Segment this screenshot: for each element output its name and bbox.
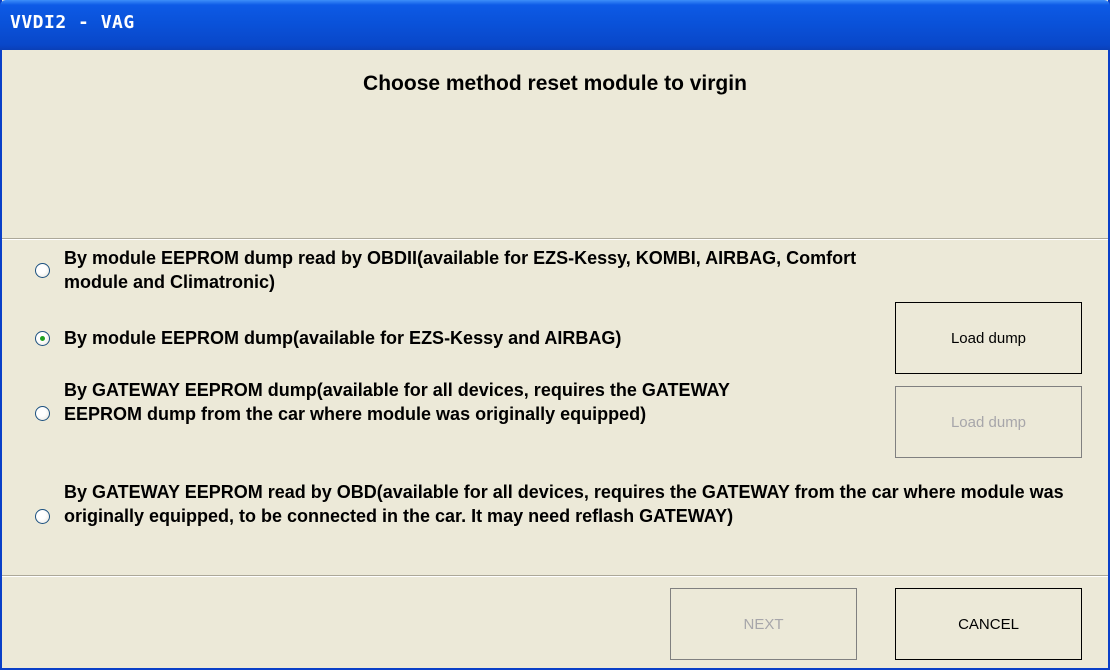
option-3-radio[interactable] [35,406,50,421]
title-bar[interactable]: VVDI2 - VAG [0,0,1110,50]
top-divider [2,238,1108,240]
option-1-radio[interactable] [35,263,50,278]
option-2-radio[interactable] [35,331,50,346]
option-4-radio[interactable] [35,509,50,524]
load-gateway-dump-button[interactable]: Load dump [895,386,1082,458]
dialog-window: VVDI2 - VAG Choose method reset module t… [0,0,1110,670]
option-3-label: By GATEWAY EEPROM dump(available for all… [64,380,730,424]
next-button[interactable]: NEXT [670,588,857,660]
cancel-button[interactable]: CANCEL [895,588,1082,660]
load-dump-button[interactable]: Load dump [895,302,1082,374]
page-title: Choose method reset module to virgin [363,72,747,95]
option-4-label: By GATEWAY EEPROM read by OBD(available … [64,482,1064,526]
option-1-label: By module EEPROM dump read by OBDII(avai… [64,248,857,292]
radio-selected-dot [40,336,45,341]
option-2-label: By module EEPROM dump(available for EZS-… [64,328,622,348]
window-title: VVDI2 - VAG [10,12,135,33]
bottom-divider [2,575,1108,577]
